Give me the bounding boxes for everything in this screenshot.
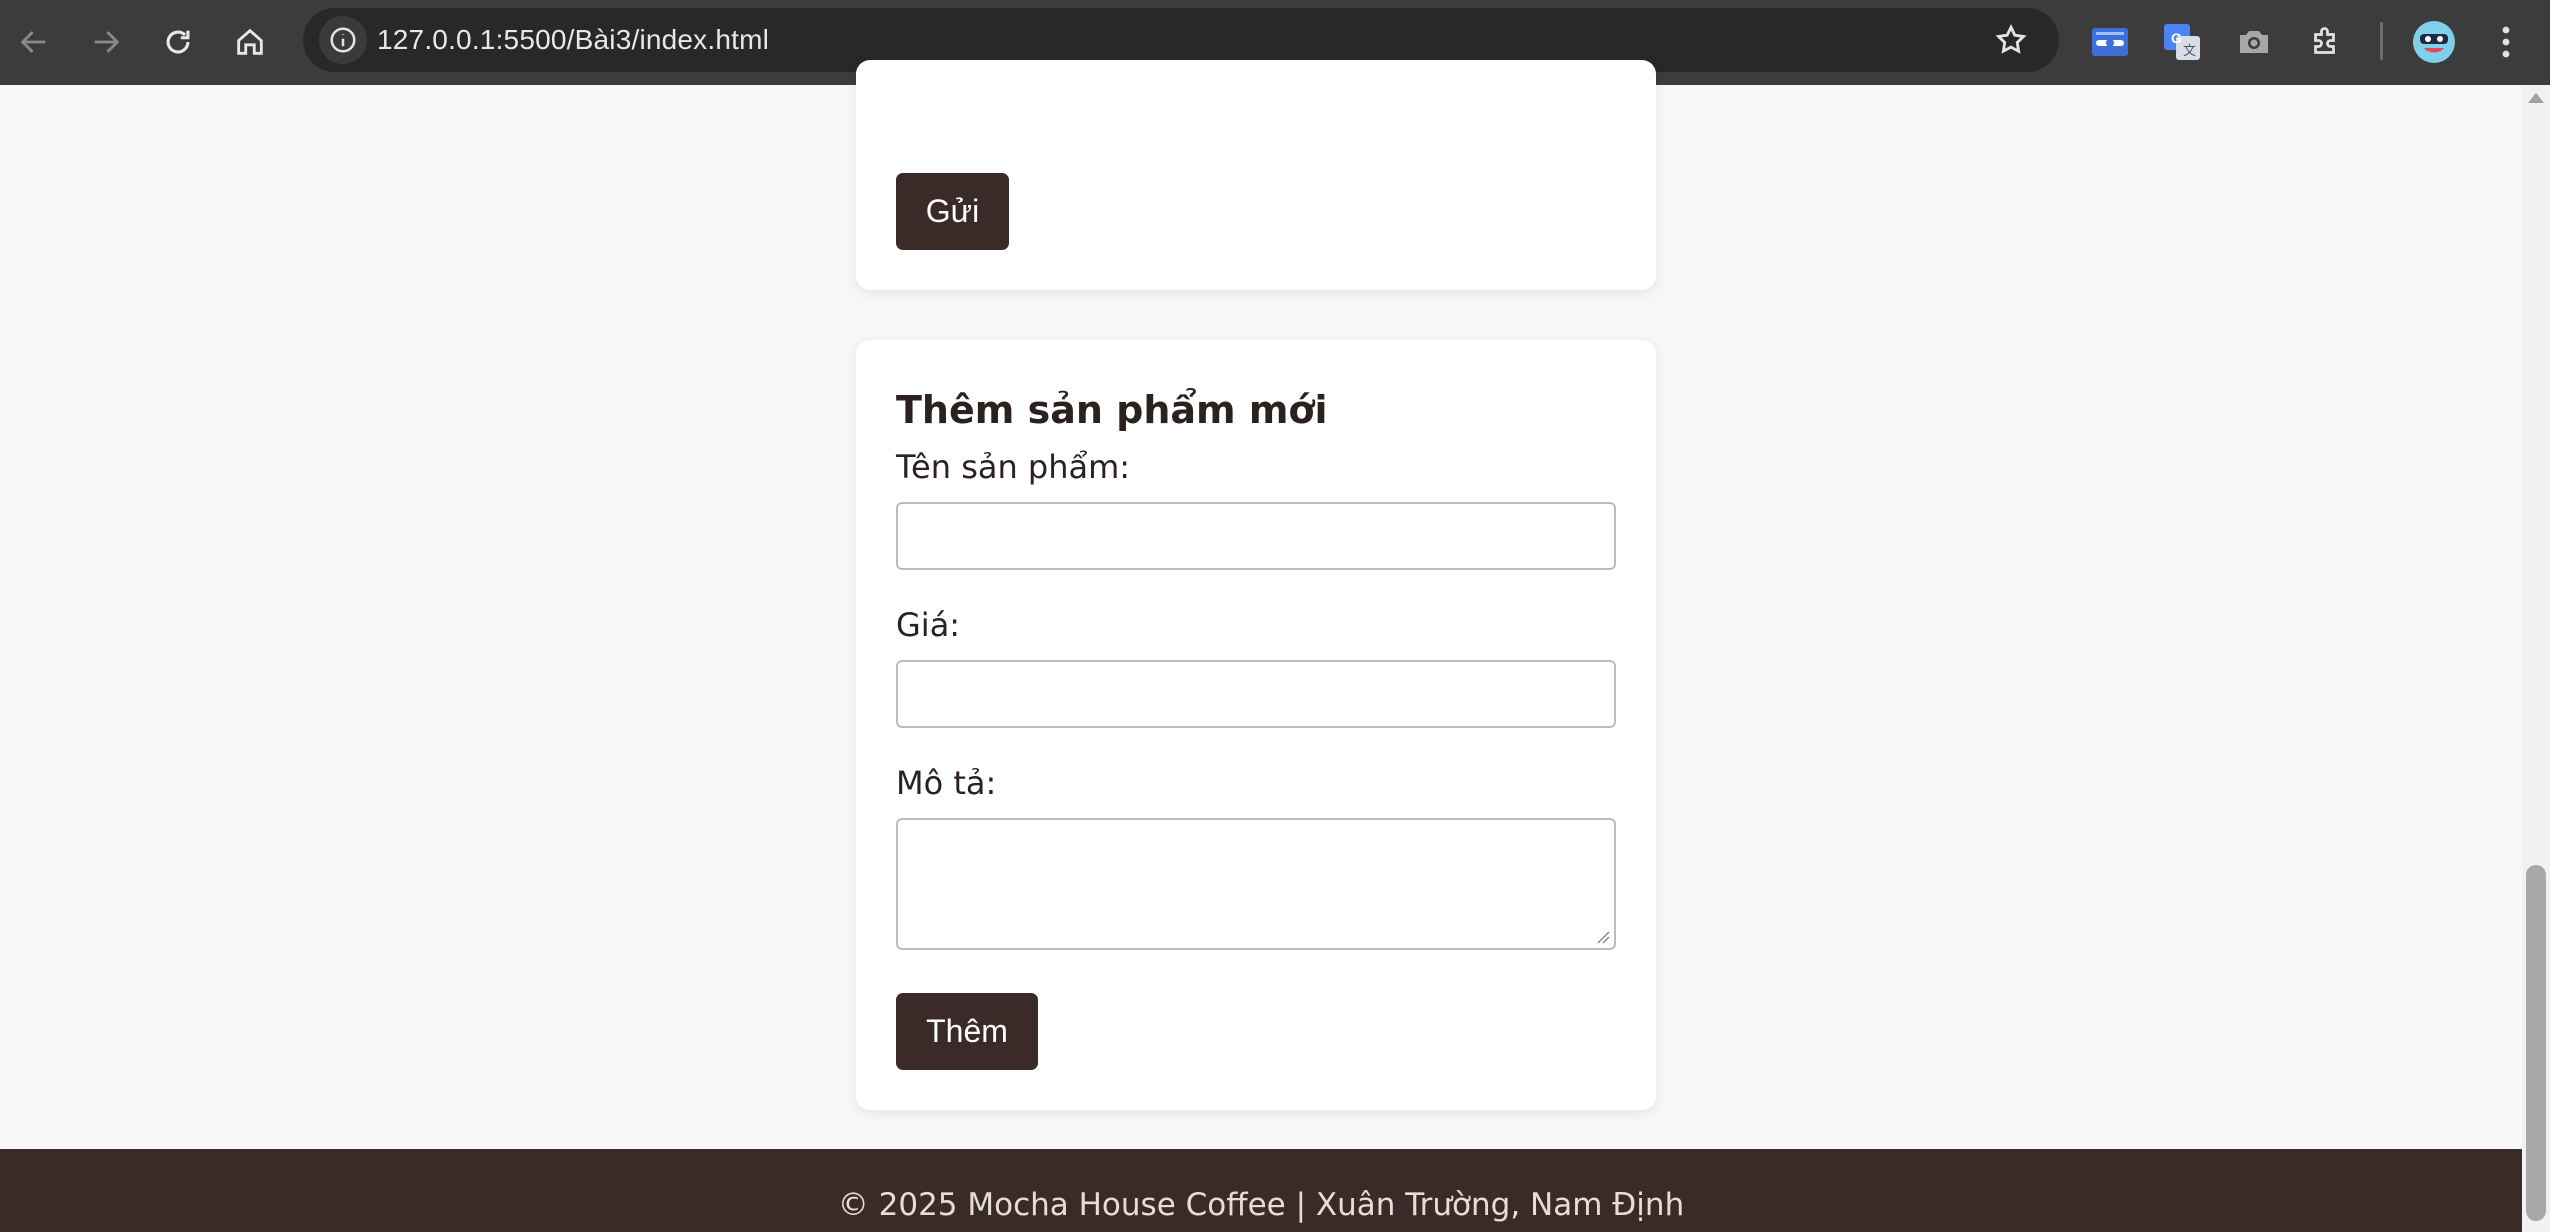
reload-icon: [166, 30, 190, 54]
site-footer: © 2025 Mocha House Coffee | Xuân Trường,…: [0, 1149, 2522, 1232]
kebab-menu-icon: [2502, 26, 2510, 58]
back-arrow-icon: [20, 31, 46, 53]
price-input[interactable]: [896, 660, 1616, 728]
home-icon: [237, 28, 263, 55]
profile-avatar[interactable]: [2408, 16, 2460, 68]
add-product-card: Thêm sản phẩm mới Tên sản phẩm: Giá: Mô …: [856, 340, 1656, 1110]
send-button[interactable]: Gửi: [896, 173, 1009, 250]
scroll-up-arrow-icon[interactable]: [2528, 93, 2544, 103]
star-icon: [1995, 23, 2027, 54]
camera-icon: [2240, 31, 2268, 53]
url-text[interactable]: 127.0.0.1:5500/Bài3/index.html: [377, 8, 769, 72]
google-translate-icon: G文: [2164, 24, 2200, 60]
scrollbar-thumb[interactable]: [2526, 865, 2546, 1221]
password-manager-icon: [2092, 28, 2128, 56]
description-label: Mô tả:: [896, 764, 997, 802]
contact-form-card: Gửi: [856, 60, 1656, 290]
svg-text:文: 文: [2183, 43, 2196, 58]
svg-text:G: G: [2171, 30, 2182, 46]
description-textarea[interactable]: [896, 818, 1616, 950]
price-label: Giá:: [896, 606, 961, 644]
reload-button[interactable]: [148, 12, 208, 72]
footer-copyright: © 2025 Mocha House Coffee | Xuân Trường,…: [837, 1187, 1685, 1223]
back-button[interactable]: [4, 12, 64, 72]
puzzle-icon: [2314, 27, 2335, 54]
screenshot-extension[interactable]: [2228, 16, 2280, 68]
forward-button[interactable]: [76, 12, 136, 72]
site-info-button[interactable]: [319, 16, 367, 64]
add-product-button[interactable]: Thêm: [896, 993, 1038, 1070]
browser-menu-button[interactable]: [2480, 16, 2532, 68]
toolbar-divider: [2380, 22, 2383, 60]
password-manager-extension[interactable]: [2084, 16, 2136, 68]
forward-arrow-icon: [94, 31, 120, 53]
resize-grip-icon[interactable]: [1596, 930, 1610, 944]
extensions-button[interactable]: [2300, 16, 2352, 68]
bookmark-button[interactable]: [1989, 18, 2033, 62]
product-name-input[interactable]: [896, 502, 1616, 570]
page-scrollbar[interactable]: [2522, 85, 2550, 1232]
form-title: Thêm sản phẩm mới: [896, 388, 1328, 432]
avatar: [2413, 21, 2455, 63]
info-icon: [330, 27, 356, 53]
translate-extension[interactable]: G文: [2156, 16, 2208, 68]
product-name-label: Tên sản phẩm:: [896, 448, 1131, 486]
home-button[interactable]: [220, 12, 280, 72]
